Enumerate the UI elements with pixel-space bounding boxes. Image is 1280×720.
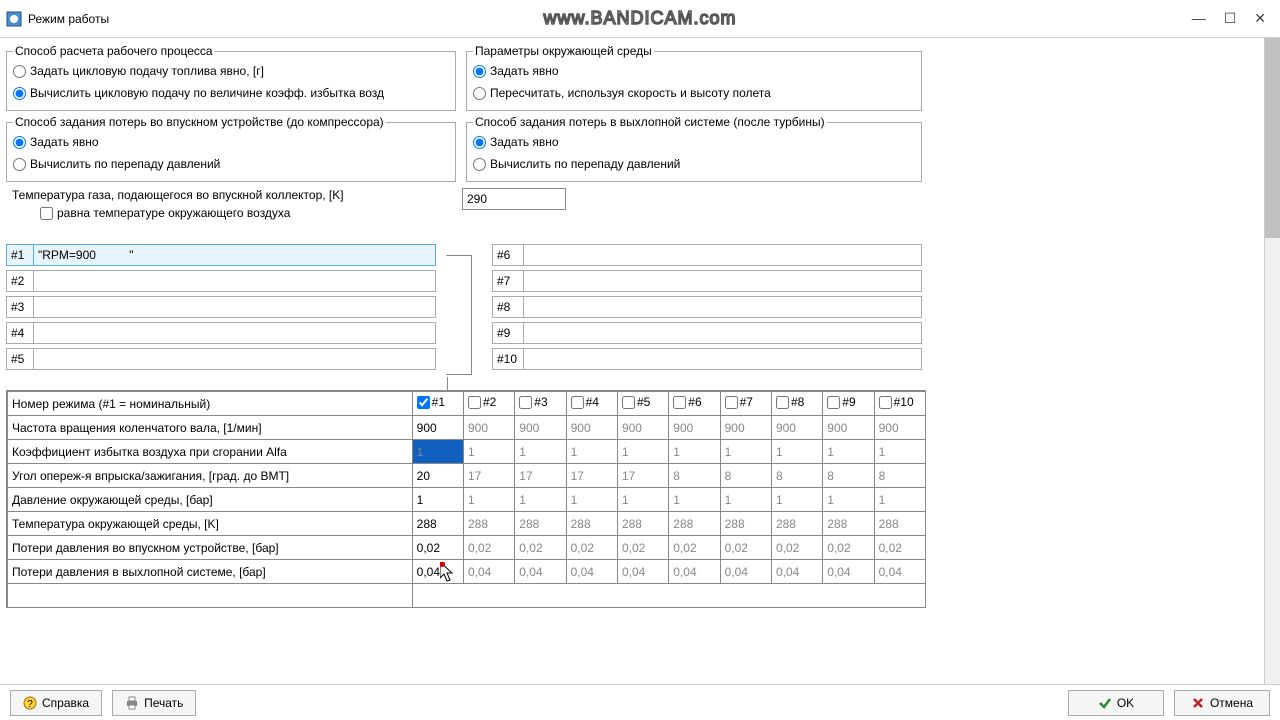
table-row (8, 584, 926, 608)
mode-row-9[interactable]: #9 (492, 322, 922, 344)
fieldset-intake-losses: Способ задания потерь во впускном устрой… (6, 115, 456, 182)
radio-env-flight[interactable]: Пересчитать, используя скорость и высоту… (473, 82, 915, 104)
ok-button[interactable]: OK (1068, 690, 1164, 716)
printer-icon (125, 696, 139, 710)
col-check-2[interactable]: #2 (468, 395, 496, 409)
col-check-3[interactable]: #3 (519, 395, 547, 409)
radio-exhaust-explicit[interactable]: Задать явно (473, 131, 915, 153)
table-row: Угол опереж-я впрыска/зажигания, [град. … (8, 464, 926, 488)
table-row: Потери давления в выхлопной системе, [ба… (8, 560, 926, 584)
mode-row-4[interactable]: #4 (6, 322, 436, 344)
close-button[interactable]: ✕ (1254, 10, 1266, 27)
mode-row-8[interactable]: #8 (492, 296, 922, 318)
checkbox-ambient-temp[interactable]: равна температуре окружающего воздуха (40, 202, 452, 224)
print-button[interactable]: Печать (112, 690, 196, 716)
mode-row-3[interactable]: #3 (6, 296, 436, 318)
table-row: Температура окружающей среды, [K] 288288… (8, 512, 926, 536)
fieldset-calc-method: Способ расчета рабочего процесса Задать … (6, 44, 456, 111)
col-check-9[interactable]: #9 (827, 395, 855, 409)
help-icon: ? (23, 696, 37, 710)
mode-row-1[interactable]: #1 (6, 244, 436, 266)
radio-exhaust-pressure[interactable]: Вычислить по перепаду давлений (473, 153, 915, 175)
table-row: Потери давления во впускном устройстве, … (8, 536, 926, 560)
fieldset-exhaust-losses: Способ задания потерь в выхлопной систем… (466, 115, 922, 182)
radio-intake-explicit[interactable]: Задать явно (13, 131, 449, 153)
app-icon (6, 11, 22, 27)
col-check-5[interactable]: #5 (622, 395, 650, 409)
mode-row-6[interactable]: #6 (492, 244, 922, 266)
col-check-7[interactable]: #7 (725, 395, 753, 409)
table-row: Давление окружающей среды, [бар] 1111111… (8, 488, 926, 512)
radio-fuel-explicit[interactable]: Задать цикловую подачу топлива явно, [г] (13, 60, 449, 82)
radio-intake-pressure[interactable]: Вычислить по перепаду давлений (13, 153, 449, 175)
cancel-button[interactable]: Отмена (1174, 690, 1270, 716)
col-check-8[interactable]: #8 (776, 395, 804, 409)
col-check-10[interactable]: #10 (879, 395, 914, 409)
connector-line (446, 255, 472, 375)
col-check-6[interactable]: #6 (673, 395, 701, 409)
check-icon (1098, 696, 1112, 710)
temp-input[interactable] (462, 188, 566, 210)
titlebar: Режим работы www.BANDICAM.com — ☐ ✕ (0, 0, 1280, 38)
maximize-button[interactable]: ☐ (1224, 10, 1237, 27)
col-check-1[interactable]: #1 (417, 395, 445, 409)
minimize-button[interactable]: — (1192, 10, 1206, 27)
radio-fuel-by-alpha[interactable]: Вычислить цикловую подачу по величине ко… (13, 82, 449, 104)
radio-env-explicit[interactable]: Задать явно (473, 60, 915, 82)
svg-text:?: ? (27, 699, 33, 710)
cross-icon (1191, 696, 1205, 710)
table-header-label: Номер режима (#1 = номинальный) (8, 392, 413, 416)
table-row: Частота вращения коленчатого вала, [1/ми… (8, 416, 926, 440)
mode-row-7[interactable]: #7 (492, 270, 922, 292)
footer: ?Справка Печать OK Отмена (0, 684, 1280, 720)
mode-row-5[interactable]: #5 (6, 348, 436, 370)
fieldset-env-params: Параметры окружающей среды Задать явно П… (466, 44, 922, 111)
table-row: Коэффициент избытка воздуха при сгорании… (8, 440, 926, 464)
temp-label: Температура газа, подающегося во впускно… (12, 188, 452, 202)
mode-row-2[interactable]: #2 (6, 270, 436, 292)
parameters-table: Номер режима (#1 = номинальный) #1 #2 #3… (6, 390, 926, 608)
mode-row-10[interactable]: #10 (492, 348, 922, 370)
watermark: www.BANDICAM.com (543, 8, 736, 29)
window-title: Режим работы (28, 12, 109, 26)
help-button[interactable]: ?Справка (10, 690, 102, 716)
col-check-4[interactable]: #4 (571, 395, 599, 409)
